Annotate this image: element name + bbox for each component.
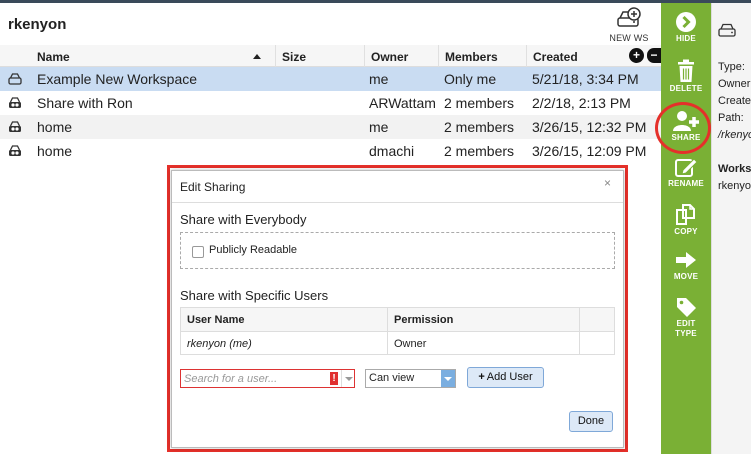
edit-type-label-1: EDIT: [676, 319, 696, 328]
column-header-name[interactable]: Name: [0, 45, 275, 67]
user-permission-cell: Owner: [387, 332, 579, 355]
pencil-icon: [675, 158, 698, 177]
shared-workspace-icon: [9, 121, 21, 132]
share-everybody-title: Share with Everybody: [180, 212, 307, 227]
edit-type-button[interactable]: EDIT TYPE: [661, 296, 711, 339]
row-owner: ARWattam: [369, 95, 436, 111]
done-button[interactable]: Done: [569, 411, 613, 432]
row-members: Only me: [444, 71, 497, 87]
column-header-spacer: [579, 308, 616, 331]
top-border: [0, 0, 751, 3]
table-row: rkenyon (me) Owner: [181, 332, 614, 355]
row-name: Share with Ron: [37, 95, 133, 111]
dialog-title: Edit Sharing: [180, 180, 246, 194]
column-header-user-name: User Name: [187, 314, 245, 326]
edit-type-label-2: TYPE: [675, 329, 697, 338]
info-section-label: Worksp: [718, 163, 751, 175]
shared-workspace-icon: [9, 97, 21, 108]
add-user-button[interactable]: + Add User: [467, 367, 544, 388]
table-row[interactable]: Example New Workspace me Only me 5/21/18…: [0, 67, 661, 91]
chevron-down-icon[interactable]: [441, 370, 455, 387]
info-created-label: Create: [718, 95, 751, 107]
column-header-members[interactable]: Members: [438, 45, 526, 67]
share-specific-title: Share with Specific Users: [180, 288, 329, 303]
hide-button[interactable]: HIDE: [661, 11, 711, 44]
row-created: 5/21/18, 3:34 PM: [532, 71, 639, 87]
user-search-combobox: !: [180, 369, 355, 388]
row-owner: me: [369, 71, 389, 87]
user-name-cell: rkenyon (me): [187, 338, 252, 350]
share-label: SHARE: [671, 133, 701, 142]
row-name: home: [37, 119, 73, 135]
row-members: 2 members: [444, 95, 515, 111]
info-type-label: Type:: [718, 61, 745, 73]
users-table-header: User Name Permission: [181, 308, 614, 332]
share-everybody-box: Publicly Readable: [180, 232, 615, 269]
row-name: Example New Workspace: [37, 71, 198, 87]
column-header-permission: Permission: [387, 308, 579, 331]
share-button[interactable]: SHARE: [661, 110, 711, 143]
close-icon[interactable]: ×: [604, 176, 611, 190]
publicly-readable-checkbox[interactable]: [192, 246, 204, 258]
dialog-header: Edit Sharing ×: [172, 171, 623, 203]
copy-label: COPY: [674, 227, 698, 236]
info-path-label: Path:: [718, 112, 744, 124]
new-workspace-button[interactable]: NEW WS: [606, 6, 652, 43]
delete-label: DELETE: [669, 84, 703, 93]
hide-label: HIDE: [676, 34, 696, 43]
row-created: 3/26/15, 12:09 PM: [532, 143, 647, 159]
row-members: 2 members: [444, 143, 515, 159]
workspace-grid: Name Size Owner Members Created + − Exam…: [0, 45, 661, 163]
table-row[interactable]: Share with Ron ARWattam 2 members 2/2/18…: [0, 91, 661, 115]
workspace-icon: [8, 73, 22, 85]
rename-button[interactable]: RENAME: [661, 156, 711, 189]
row-created: 2/2/18, 2:13 PM: [532, 95, 631, 111]
error-icon: !: [330, 372, 338, 385]
new-workspace-label: NEW WS: [609, 33, 649, 43]
edit-sharing-dialog: Edit Sharing × Share with Everybody Publ…: [171, 170, 624, 448]
column-header-size[interactable]: Size: [275, 45, 364, 67]
table-row[interactable]: home me 2 members 3/26/15, 12:32 PM: [0, 115, 661, 139]
add-user-icon: [673, 111, 699, 131]
trash-icon: [678, 59, 694, 82]
row-members: 2 members: [444, 119, 515, 135]
rename-label: RENAME: [668, 179, 704, 188]
action-bar: HIDE DELETE SHARE RENAME COPY MOVE EDIT …: [661, 3, 711, 454]
table-row[interactable]: home dmachi 2 members 3/26/15, 12:09 PM: [0, 139, 661, 163]
add-user-label: Add User: [486, 371, 533, 383]
shared-workspace-icon: [9, 145, 21, 156]
row-created: 3/26/15, 12:32 PM: [532, 119, 647, 135]
grid-header: Name Size Owner Members Created + −: [0, 45, 661, 67]
add-column-icon[interactable]: +: [629, 48, 644, 63]
arrow-right-icon: [676, 252, 696, 268]
delete-button[interactable]: DELETE: [661, 59, 711, 94]
details-panel: Type: Owner Create Path: /rkenyo Worksp …: [711, 3, 751, 454]
chevron-down-icon[interactable]: [341, 370, 355, 387]
info-section-value: rkenyo: [718, 180, 751, 192]
column-header-owner[interactable]: Owner: [364, 45, 438, 67]
row-owner: me: [369, 119, 389, 135]
plus-icon: +: [478, 371, 485, 383]
info-owner-label: Owner: [718, 78, 751, 90]
chevron-right-icon: [676, 12, 696, 32]
remove-column-icon[interactable]: −: [647, 48, 661, 63]
user-action-cell: [579, 332, 616, 355]
permission-value: Can view: [369, 372, 415, 384]
users-table: User Name Permission rkenyon (me) Owner: [180, 307, 615, 355]
publicly-readable-label[interactable]: Publicly Readable: [209, 244, 297, 256]
copy-button[interactable]: COPY: [661, 202, 711, 237]
workspace-icon: [718, 23, 736, 37]
sort-ascending-icon: [253, 54, 261, 59]
copy-icon: [676, 204, 695, 225]
row-owner: dmachi: [369, 143, 415, 159]
info-path-value: /rkenyo: [718, 129, 751, 141]
workspace-title: rkenyon: [8, 16, 67, 33]
move-button[interactable]: MOVE: [661, 249, 711, 282]
permission-select[interactable]: Can view: [365, 369, 456, 388]
user-search-input[interactable]: [181, 370, 326, 387]
row-name: home: [37, 143, 73, 159]
tag-icon: [677, 298, 696, 317]
move-label: MOVE: [673, 272, 699, 281]
new-workspace-icon: [617, 7, 641, 27]
